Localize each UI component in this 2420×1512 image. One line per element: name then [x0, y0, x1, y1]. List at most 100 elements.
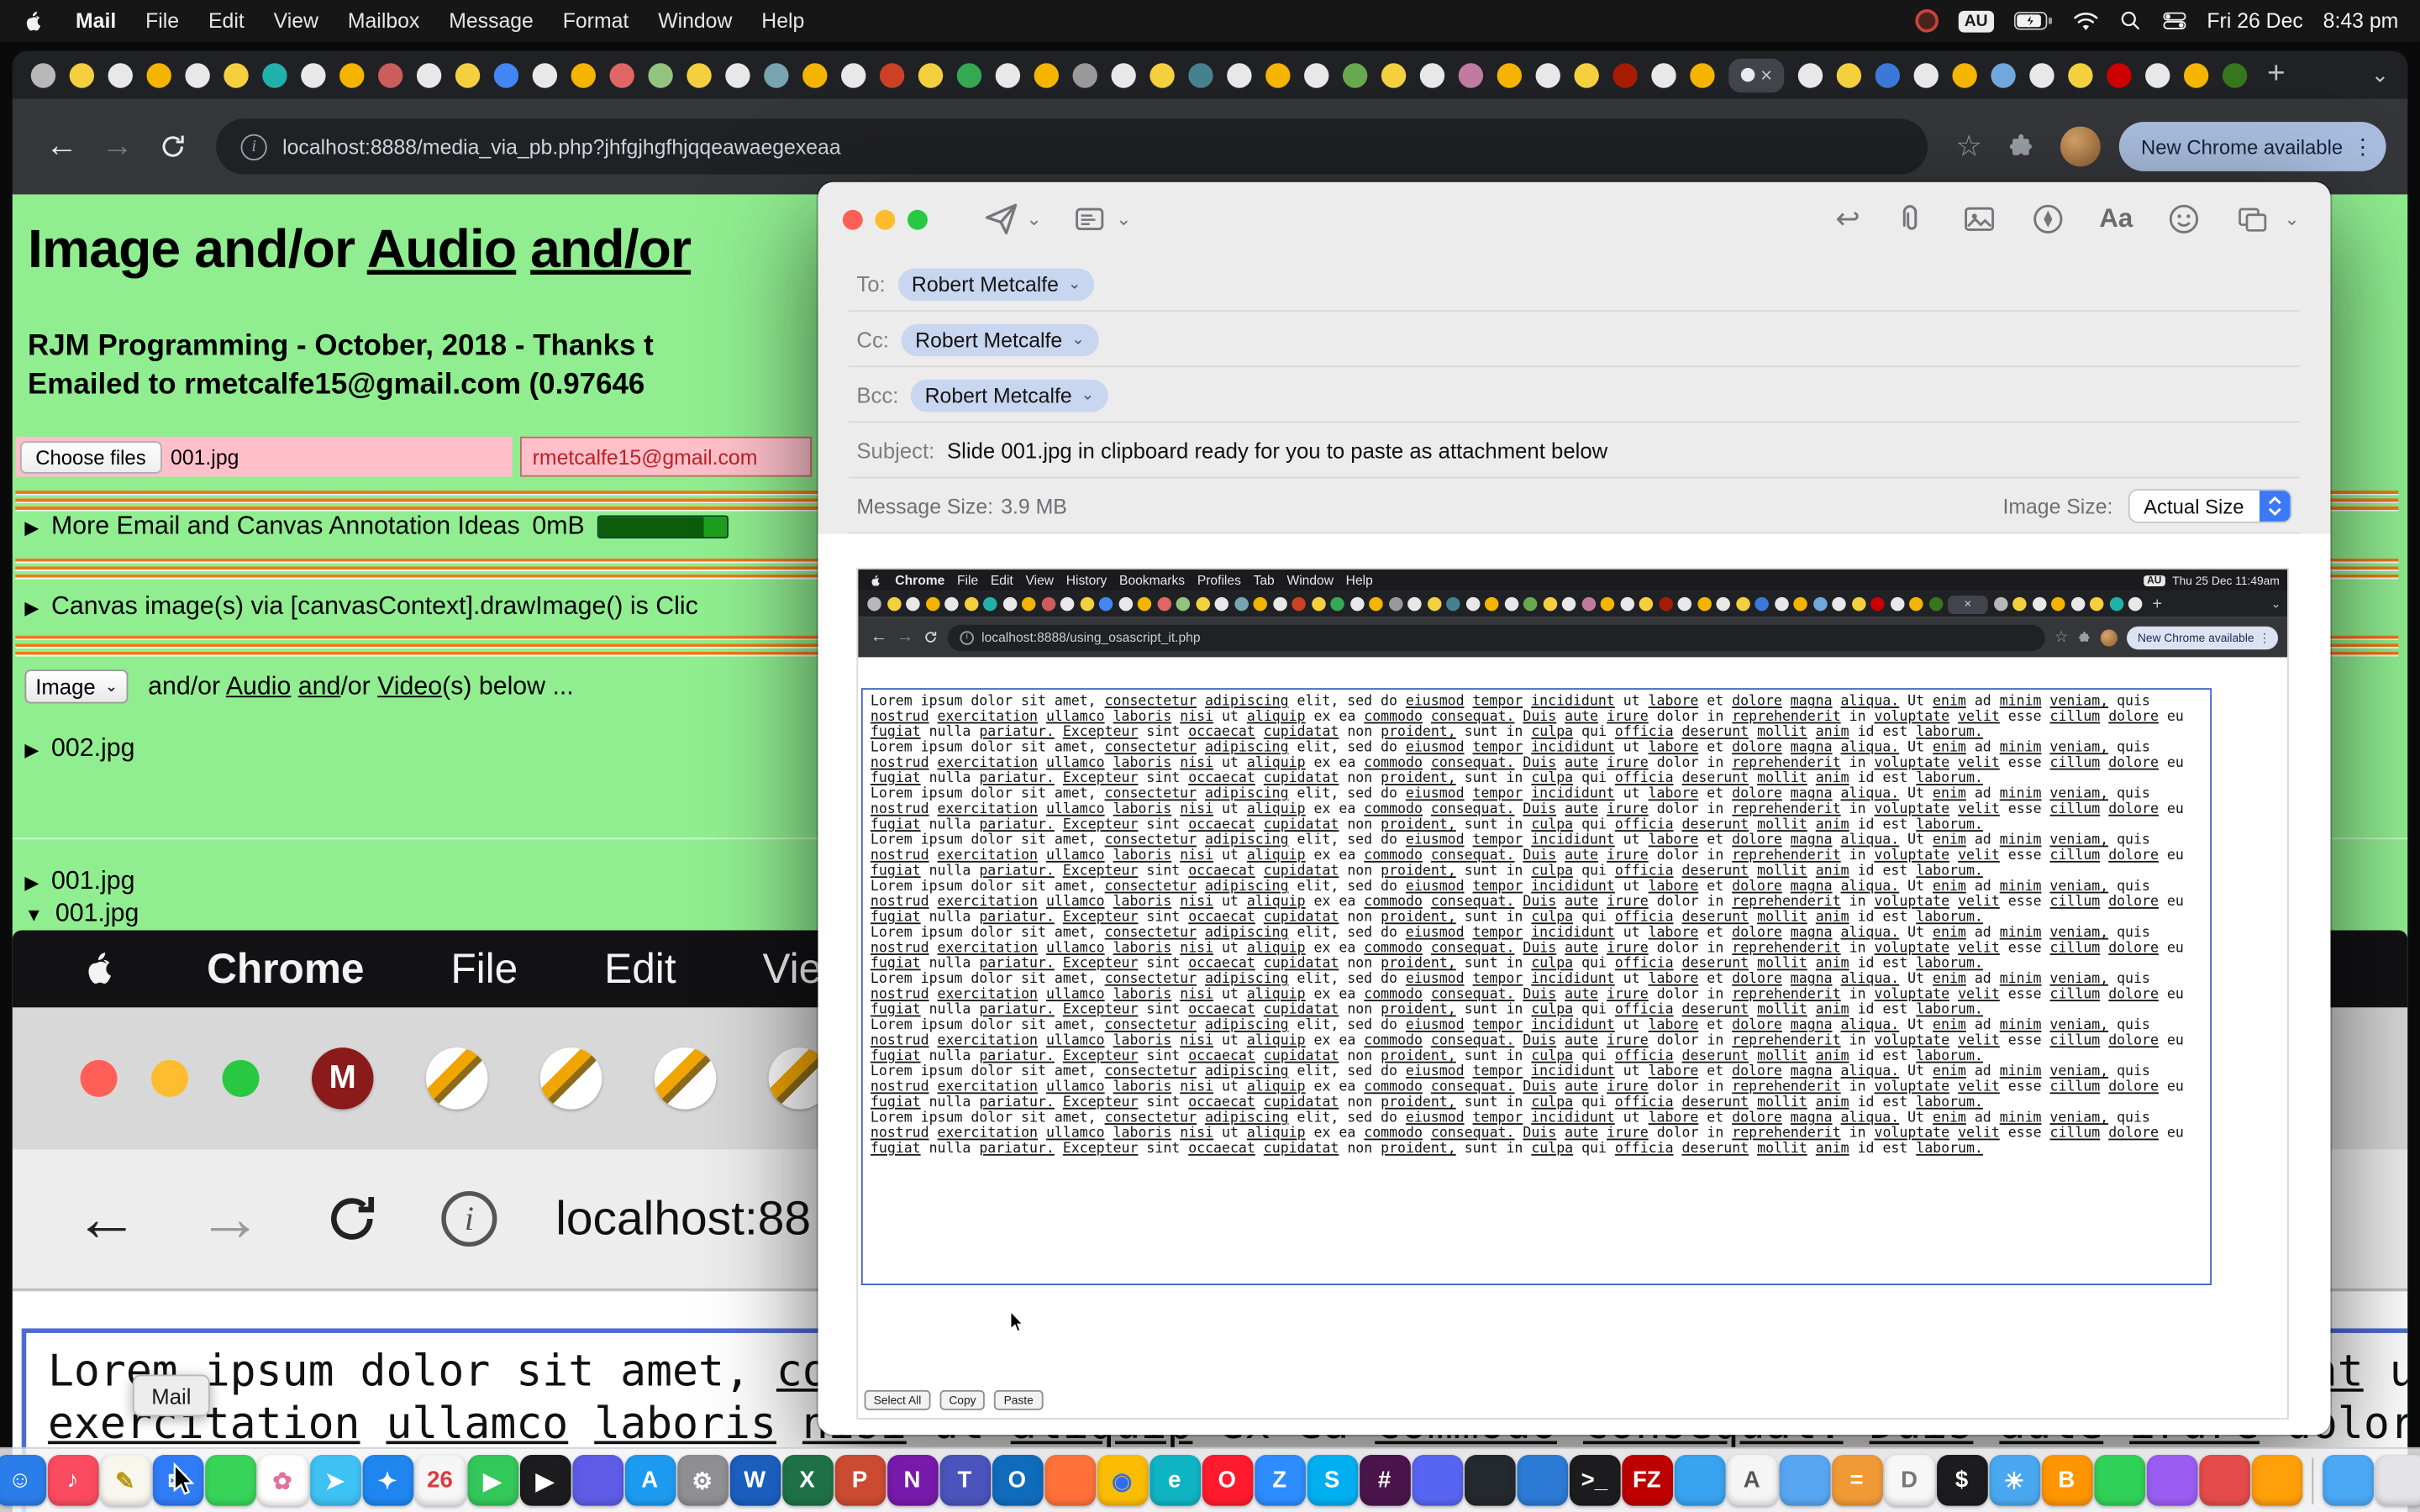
- cc-recipient-token[interactable]: Robert Metcalfe ⌄: [902, 323, 1099, 356]
- compose-body[interactable]: Chrome FileEditViewHistoryBookmarksProfi…: [818, 534, 2330, 1436]
- profile-avatar[interactable]: [2060, 127, 2101, 167]
- browser-tab[interactable]: [1991, 62, 2015, 87]
- bcc-recipient-token[interactable]: Robert Metcalfe ⌄: [911, 379, 1108, 412]
- dock-item-zoom[interactable]: Z: [1254, 1455, 1305, 1506]
- dock-item-photos[interactable]: ✿: [257, 1455, 308, 1506]
- audio-link[interactable]: Audio: [367, 219, 517, 280]
- dock-item-textedit[interactable]: A: [1726, 1455, 1777, 1506]
- browser-tab[interactable]: [2184, 62, 2208, 87]
- browser-tab[interactable]: [1798, 62, 1823, 87]
- dock-item-outlook[interactable]: O: [992, 1455, 1043, 1506]
- browser-tab-active[interactable]: ×: [1728, 58, 1784, 92]
- menu-format[interactable]: Format: [563, 9, 629, 33]
- menu-message[interactable]: Message: [449, 9, 534, 33]
- dock-item-edge[interactable]: e: [1149, 1455, 1200, 1506]
- browser-tab[interactable]: [378, 62, 402, 87]
- browser-tab[interactable]: [996, 62, 1020, 87]
- dock-item-messages[interactable]: [204, 1455, 255, 1506]
- undo-icon[interactable]: ↩: [1835, 202, 1860, 237]
- video-link[interactable]: Video: [377, 672, 442, 700]
- dock-item-maps[interactable]: ➤: [309, 1455, 360, 1506]
- attachment-textarea[interactable]: Lorem ipsum dolor sit amet, consectetur …: [861, 688, 2212, 1285]
- dock-item-onenote[interactable]: N: [886, 1455, 938, 1506]
- header-fields-chevron-icon[interactable]: ⌄: [1116, 208, 1131, 230]
- copy-button[interactable]: Copy: [939, 1390, 985, 1410]
- menubar-date[interactable]: Fri 26 Dec: [2207, 9, 2302, 33]
- dock-item-safari[interactable]: ✦: [362, 1455, 413, 1506]
- media-type-select[interactable]: Image ⌄: [24, 669, 129, 703]
- token-chevron-icon[interactable]: ⌄: [1068, 276, 1081, 292]
- choose-files-button[interactable]: Choose files: [20, 440, 161, 473]
- dock-item-discord[interactable]: [1412, 1455, 1463, 1506]
- image-size-select[interactable]: Actual Size: [2128, 489, 2292, 522]
- browser-tab[interactable]: [1612, 62, 1637, 87]
- browser-tab[interactable]: [533, 62, 557, 87]
- menu-mailbox[interactable]: Mailbox: [348, 9, 419, 33]
- dock-item-app[interactable]: [2146, 1455, 2197, 1506]
- menu-app-name[interactable]: Mail: [76, 9, 116, 33]
- dock-item-app-store[interactable]: A: [624, 1455, 676, 1506]
- apple-menu-icon[interactable]: [22, 7, 46, 34]
- dock-item-filezilla[interactable]: FZ: [1621, 1455, 1672, 1506]
- browser-tab[interactable]: [841, 62, 865, 87]
- browser-tab[interactable]: [1304, 62, 1328, 87]
- dock-item-excel[interactable]: X: [781, 1455, 833, 1506]
- markup-button[interactable]: [2032, 202, 2065, 236]
- menu-view[interactable]: View: [274, 9, 318, 33]
- browser-tab[interactable]: [610, 62, 634, 87]
- browser-tab[interactable]: [2107, 62, 2131, 87]
- dock-item-music[interactable]: ♪: [47, 1455, 98, 1506]
- dock-item-tv[interactable]: ▶: [519, 1455, 571, 1506]
- browser-tab[interactable]: [1188, 62, 1213, 87]
- browser-tab[interactable]: [108, 62, 133, 87]
- disclosure-triangle-icon[interactable]: ▶: [24, 596, 39, 618]
- compose-titlebar[interactable]: ⌄ ⌄ ↩ Aa: [818, 182, 2330, 256]
- browser-tab[interactable]: [1952, 62, 1976, 87]
- browser-tab[interactable]: [687, 62, 711, 87]
- browser-tab[interactable]: [1420, 62, 1444, 87]
- dock-item-opera[interactable]: O: [1202, 1455, 1253, 1506]
- dock-item-downloads-folder[interactable]: [2322, 1455, 2373, 1506]
- dock-item-terminal[interactable]: >_: [1569, 1455, 1620, 1506]
- photo-browser-chevron-icon[interactable]: ⌄: [2284, 208, 2299, 230]
- browser-tab[interactable]: [1536, 62, 1560, 87]
- dock-item-trash[interactable]: [2375, 1455, 2420, 1506]
- dock-item-calendar[interactable]: 26: [414, 1455, 466, 1506]
- browser-tab[interactable]: [70, 62, 94, 87]
- disclosure-triangle-open-icon[interactable]: ▼: [24, 903, 43, 925]
- menu-window[interactable]: Window: [658, 9, 732, 33]
- dock-item-facetime[interactable]: ▶: [467, 1455, 518, 1506]
- browser-tab[interactable]: [146, 62, 171, 87]
- new-tab-icon[interactable]: +: [2267, 57, 2285, 92]
- browser-tab[interactable]: [2029, 62, 2054, 87]
- dock-item-github[interactable]: [1464, 1455, 1515, 1506]
- browser-tab[interactable]: [1574, 62, 1598, 87]
- browser-tab[interactable]: [725, 62, 750, 87]
- reload-button[interactable]: [145, 118, 201, 174]
- to-recipient-token[interactable]: Robert Metcalfe ⌄: [897, 268, 1095, 301]
- tab-search-chevron-icon[interactable]: ⌄: [2371, 61, 2390, 87]
- browser-tab[interactable]: [1459, 62, 1483, 87]
- back-button[interactable]: ←: [34, 118, 89, 174]
- send-options-chevron-icon[interactable]: ⌄: [1026, 208, 1041, 230]
- browser-tab[interactable]: [262, 62, 287, 87]
- browser-tab[interactable]: [494, 62, 518, 87]
- menubar-time[interactable]: 8:43 pm: [2323, 9, 2399, 33]
- dock-item-word[interactable]: W: [729, 1455, 781, 1506]
- spotlight-search-icon[interactable]: [2119, 9, 2143, 33]
- browser-tab[interactable]: [339, 62, 364, 87]
- browser-tab[interactable]: [1690, 62, 1714, 87]
- browser-tab[interactable]: [648, 62, 672, 87]
- browser-tab[interactable]: [1651, 62, 1676, 87]
- menu-dots-icon[interactable]: ⋮: [2352, 134, 2374, 160]
- browser-tab[interactable]: [1343, 62, 1367, 87]
- browser-tab[interactable]: [1111, 62, 1135, 87]
- insert-photo-button[interactable]: [1962, 202, 1997, 236]
- dock-item-slack[interactable]: #: [1359, 1455, 1410, 1506]
- details-001jpg-collapsed[interactable]: ▶ 001.jpg: [24, 867, 134, 896]
- disclosure-triangle-icon[interactable]: ▶: [24, 516, 39, 538]
- dock-item-app[interactable]: [2094, 1455, 2145, 1506]
- dock-item-app[interactable]: [2198, 1455, 2249, 1506]
- browser-tab[interactable]: [2145, 62, 2170, 87]
- details-canvas-image[interactable]: ▶ Canvas image(s) via [canvasContext].dr…: [24, 592, 697, 622]
